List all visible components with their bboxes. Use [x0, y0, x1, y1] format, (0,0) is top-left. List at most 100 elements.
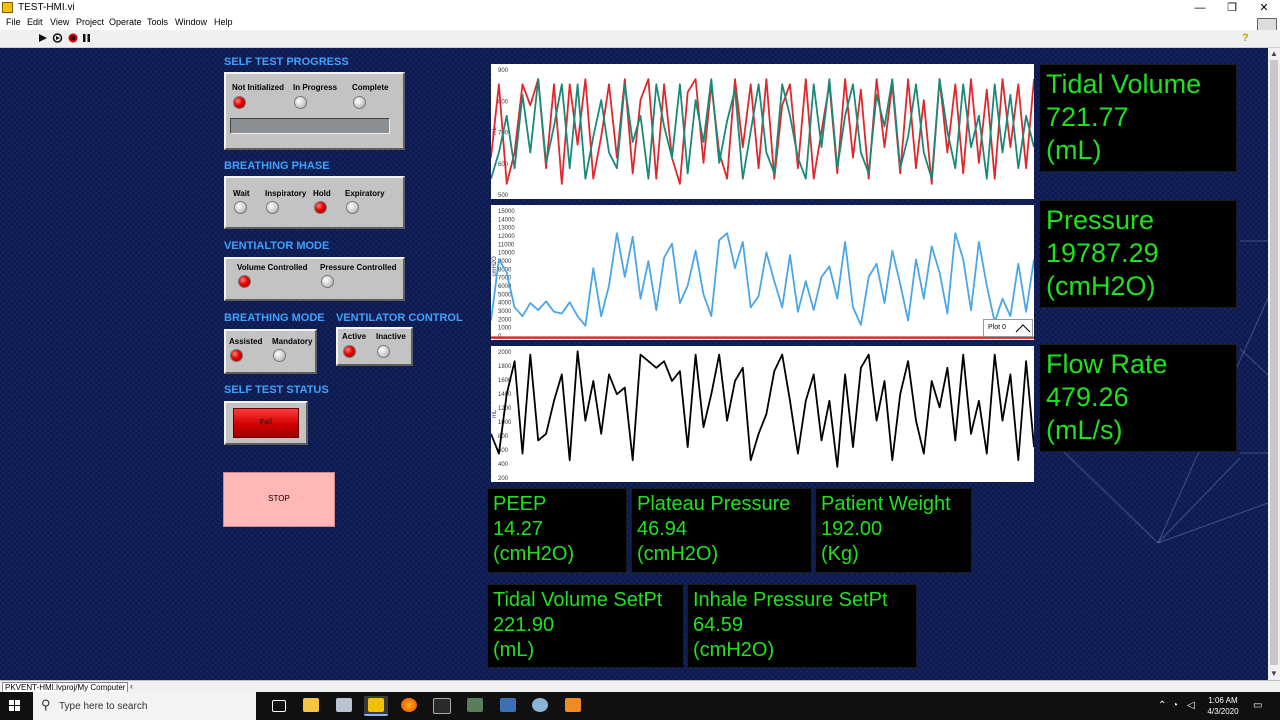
- tidal-volume-unit: (mL): [1046, 135, 1102, 165]
- tidal-volume-setpt-value: 221.90: [493, 614, 555, 636]
- network-icon[interactable]: ◔: [1172, 700, 1178, 711]
- phase-wait-label: Wait: [233, 189, 250, 198]
- flow-rate-chart: mL 2000 1800 1600 1400 1200 1000 800 600 400 200: [491, 346, 1034, 482]
- stop-button[interactable]: STOP: [223, 472, 335, 527]
- menu-edit[interactable]: Edit: [27, 17, 43, 27]
- y-tick-label: 13000: [498, 226, 515, 232]
- vertical-scrollbar[interactable]: ▲ ▼: [1268, 48, 1280, 680]
- patient-weight-unit: (Kg): [821, 543, 859, 565]
- pressure-controlled-led: [321, 275, 334, 288]
- menu-tools[interactable]: Tools: [147, 17, 168, 27]
- close-button[interactable]: ✕: [1248, 0, 1280, 16]
- menu-help[interactable]: Help: [214, 17, 233, 27]
- app-icon[interactable]: [332, 696, 356, 716]
- app-icon[interactable]: [528, 696, 552, 716]
- stop-label: STOP: [268, 494, 290, 503]
- run-continuously-icon[interactable]: [52, 33, 63, 43]
- volume-icon[interactable]: ◁: [1187, 700, 1195, 711]
- toolbar: ?: [0, 30, 1280, 48]
- menu-window[interactable]: Window: [175, 17, 207, 27]
- patient-weight-name: Patient Weight: [821, 493, 951, 515]
- y-tick-label: 2000: [498, 317, 512, 323]
- run-arrow-icon[interactable]: [38, 33, 48, 43]
- scroll-thumb[interactable]: [1270, 60, 1278, 665]
- hold-led: [314, 201, 327, 214]
- pressure-value: 19787.29: [1046, 238, 1159, 268]
- taskbar-clock[interactable]: 1:06 AM 4/3/2020: [1200, 695, 1246, 717]
- active-led: [343, 345, 356, 358]
- ventilator-mode-title: VENTIALTOR MODE: [224, 240, 330, 252]
- terminal-icon[interactable]: [429, 696, 453, 716]
- phase-inspiratory-label: Inspiratory: [265, 189, 307, 198]
- maximize-button[interactable]: ❐: [1216, 0, 1248, 16]
- self-test-progress-title: SELF TEST PROGRESS: [224, 56, 349, 68]
- y-tick-label: 1000: [498, 420, 512, 426]
- clock-date: 4/3/2020: [1207, 707, 1239, 716]
- menu-project[interactable]: Project: [76, 17, 104, 27]
- state-not-initialized-label: Not Initialized: [232, 83, 284, 92]
- scroll-down-icon[interactable]: ▼: [1270, 669, 1278, 678]
- plateau-pressure-unit: (cmH2O): [637, 543, 719, 565]
- taskbar-search[interactable]: ⚲ Type here to search: [33, 692, 256, 720]
- y-tick-label: 10000: [498, 251, 515, 257]
- minimize-button[interactable]: —: [1184, 0, 1216, 16]
- plateau-pressure-value: 46.94: [637, 518, 688, 540]
- plot-legend[interactable]: Plot 0: [983, 319, 1033, 337]
- series-line-0: [491, 350, 1034, 468]
- app-icon[interactable]: [561, 696, 585, 716]
- expiratory-led: [346, 201, 359, 214]
- y-tick-label: 1400: [498, 392, 512, 398]
- breathing-mode-title: BREATHING MODE: [224, 312, 325, 324]
- windows-start-icon[interactable]: [9, 700, 21, 712]
- y-tick-label: 2000: [498, 350, 512, 356]
- peep-value: 14.27: [493, 518, 544, 540]
- status-chevron-icon[interactable]: ‹: [130, 681, 133, 691]
- y-tick-label: 5000: [498, 292, 512, 298]
- tidal-volume-setpt-display: Tidal Volume SetPt 221.90 (mL): [487, 584, 684, 668]
- tidal-volume-value: 721.77: [1046, 102, 1129, 132]
- flow-rate-unit: (mL/s): [1046, 415, 1123, 445]
- app-icon[interactable]: [463, 696, 487, 716]
- y-tick-label: 14000: [498, 217, 515, 223]
- y-tick-label: 12000: [498, 234, 515, 240]
- peep-unit: (cmH2O): [493, 543, 575, 565]
- legend-label: Plot 0: [988, 324, 1006, 331]
- pressure-unit: (cmH2O): [1046, 271, 1156, 301]
- y-tick-label: 400: [498, 462, 509, 468]
- y-tick-label: 1000: [498, 326, 512, 332]
- menu-operate[interactable]: Operate: [109, 17, 142, 27]
- tray-chevron-icon[interactable]: ⌃: [1158, 700, 1166, 711]
- mode-pressure-controlled-label: Pressure Controlled: [320, 263, 397, 272]
- task-view-icon[interactable]: [267, 696, 291, 716]
- self-test-status-title: SELF TEST STATUS: [224, 384, 329, 396]
- breathing-phase-title: BREATHING PHASE: [224, 160, 330, 172]
- flow-rate-value: 479.26: [1046, 382, 1129, 412]
- notifications-icon[interactable]: ▭: [1253, 700, 1262, 711]
- firefox-icon[interactable]: [397, 696, 421, 716]
- scroll-up-icon[interactable]: ▲: [1270, 49, 1278, 58]
- clock-time: 1:06 AM: [1208, 696, 1238, 705]
- menu-file[interactable]: File: [6, 17, 21, 27]
- inhale-pressure-setpt-value: 64.59: [693, 614, 744, 636]
- menu-view[interactable]: View: [50, 17, 69, 27]
- mode-volume-controlled-label: Volume Controlled: [237, 263, 308, 272]
- file-explorer-icon[interactable]: [299, 696, 323, 716]
- state-in-progress-label: In Progress: [293, 83, 338, 92]
- tidal-volume-setpt-unit: (mL): [493, 639, 535, 661]
- tidal-volume-name: Tidal Volume: [1046, 69, 1202, 99]
- patient-weight-display: Patient Weight 192.00 (Kg): [815, 488, 972, 573]
- network-app-icon[interactable]: [496, 696, 520, 716]
- plateau-pressure-display: Plateau Pressure 46.94 (cmH2O): [631, 488, 812, 573]
- mode-assisted-label: Assisted: [229, 337, 263, 346]
- wait-led: [234, 201, 247, 214]
- flow-rate-display: Flow Rate 479.26 (mL/s): [1039, 344, 1237, 452]
- tidal-volume-setpt-name: Tidal Volume SetPt: [493, 589, 663, 611]
- context-help-icon[interactable]: ?: [1242, 32, 1249, 44]
- inhale-pressure-setpt-unit: (cmH2O): [693, 639, 775, 661]
- volume-controlled-led: [238, 275, 251, 288]
- labview-icon[interactable]: [364, 696, 388, 716]
- abort-icon[interactable]: [68, 33, 78, 43]
- pause-icon[interactable]: [83, 33, 91, 43]
- inhale-pressure-setpt-name: Inhale Pressure SetPt: [693, 589, 888, 611]
- window-title: TEST-HMI.vi: [18, 2, 75, 13]
